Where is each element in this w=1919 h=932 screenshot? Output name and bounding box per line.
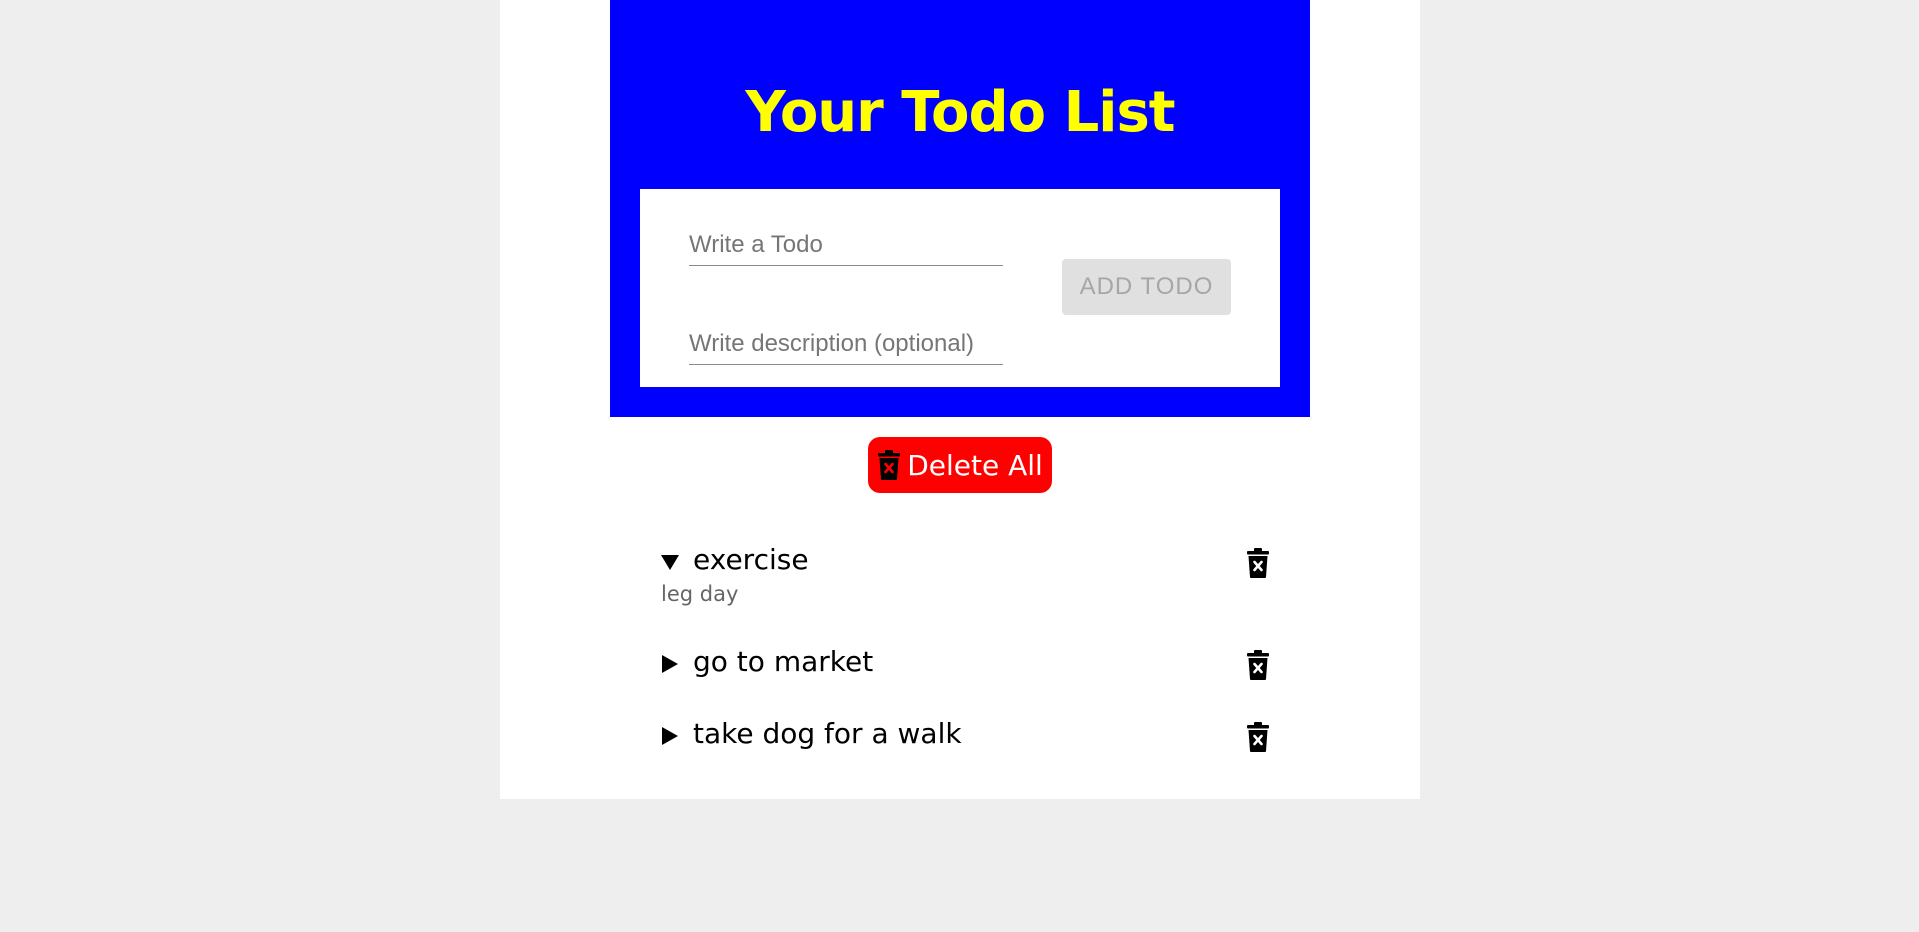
delete-all-button[interactable]: Delete All: [868, 437, 1052, 493]
trash-x-icon: [878, 450, 901, 480]
header-panel: Your Todo List ADD TODO: [610, 0, 1310, 417]
todo-description-input[interactable]: [689, 324, 1003, 365]
delete-all-label: Delete All: [907, 448, 1043, 482]
todo-title[interactable]: exercise: [693, 542, 809, 578]
todo-description: leg day: [661, 582, 739, 606]
add-todo-button[interactable]: ADD TODO: [1062, 259, 1231, 315]
trash-x-icon[interactable]: [1246, 722, 1270, 752]
caret-down-icon[interactable]: [660, 552, 680, 572]
todo-title[interactable]: take dog for a walk: [693, 716, 962, 752]
caret-right-icon[interactable]: [660, 726, 680, 746]
todo-form: ADD TODO: [640, 189, 1280, 387]
trash-x-icon[interactable]: [1246, 548, 1270, 578]
caret-right-icon[interactable]: [660, 654, 680, 674]
todo-title-input[interactable]: [689, 225, 1003, 266]
page-title: Your Todo List: [745, 80, 1175, 145]
app-container: Your Todo List ADD TODO Delete All exerc…: [500, 0, 1420, 799]
trash-x-icon[interactable]: [1246, 650, 1270, 680]
todo-title[interactable]: go to market: [693, 644, 873, 680]
